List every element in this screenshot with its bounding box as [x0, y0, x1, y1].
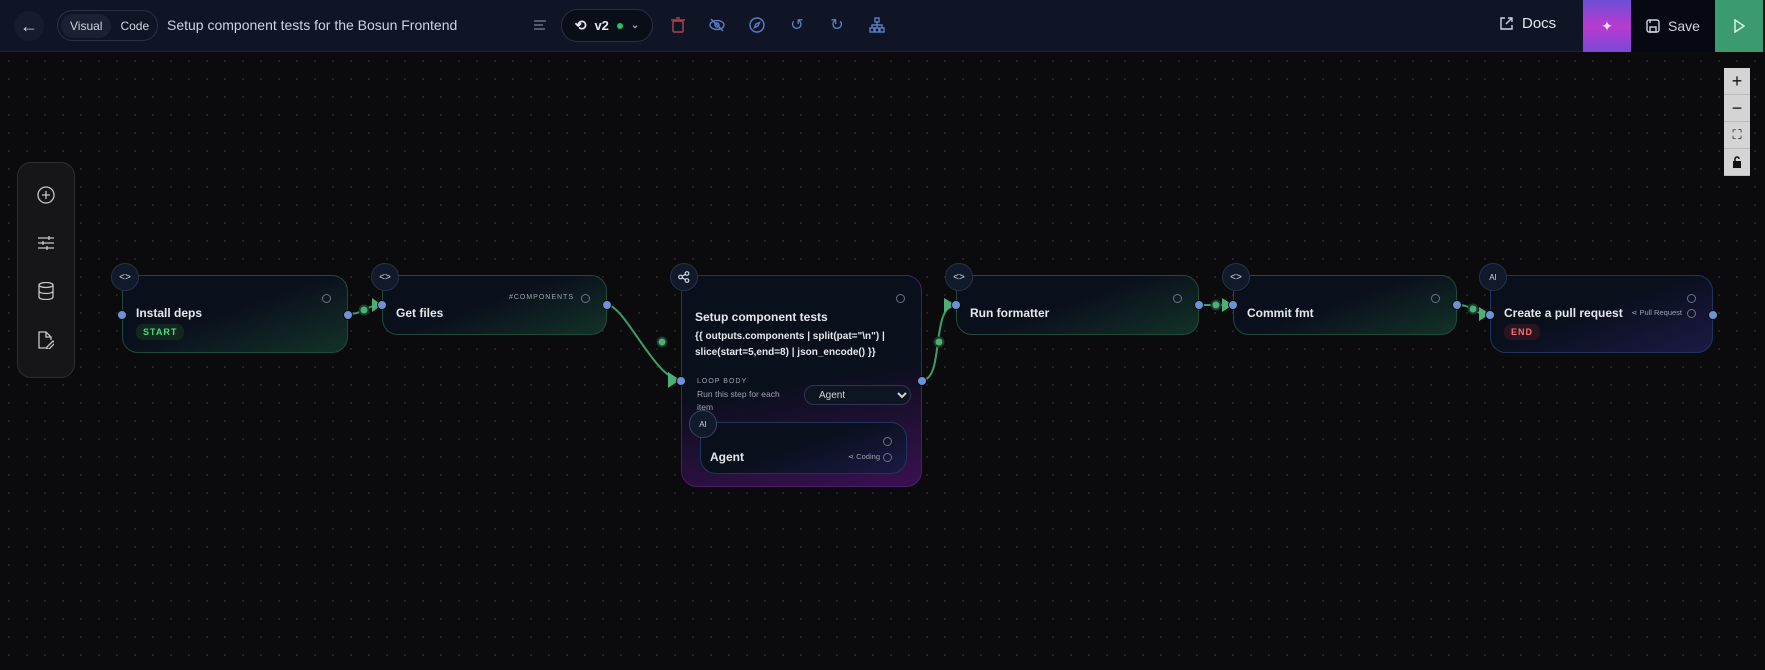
info-icon[interactable] — [883, 437, 892, 446]
input-handle[interactable] — [951, 300, 961, 310]
agent-type-label: Coding — [856, 452, 880, 461]
code-icon: <> — [1222, 263, 1250, 291]
node-get-files[interactable]: <> #COMPONENTS Get files — [371, 263, 612, 335]
node-label: Run formatter — [970, 306, 1050, 320]
loop-body-description: Run this step for each item — [697, 389, 780, 412]
loop-body-select[interactable]: Agent — [804, 385, 911, 405]
agent-type-label: Pull Request — [1639, 308, 1682, 317]
node-loop-setup-component-tests[interactable]: Setup component tests {{ outputs.compone… — [670, 263, 927, 487]
node-label: Create a pull request — [1504, 306, 1623, 320]
info-icon[interactable] — [883, 453, 892, 462]
info-icon[interactable] — [1687, 309, 1696, 318]
node-install-deps[interactable]: <> Install deps START — [111, 263, 353, 353]
ai-chip-icon: AI — [689, 410, 717, 438]
output-handle[interactable] — [343, 310, 353, 320]
output-handle[interactable] — [602, 300, 612, 310]
node-label: Get files — [396, 306, 444, 320]
ai-chip-icon: AI — [1479, 263, 1507, 291]
code-icon: <> — [371, 263, 399, 291]
node-agent[interactable]: AI Agent ⋖ Coding — [689, 410, 907, 474]
end-badge: END — [1504, 324, 1541, 340]
input-handle[interactable] — [676, 376, 686, 386]
input-handle[interactable] — [1228, 300, 1238, 310]
agent-type-tag: ⋖ Pull Request — [1631, 308, 1682, 317]
node-create-pull-request[interactable]: AI Create a pull request ⋖ Pull Request … — [1479, 263, 1718, 353]
node-label: Install deps — [136, 306, 203, 320]
input-handle[interactable] — [377, 300, 387, 310]
loop-body-heading: LOOP BODY — [697, 378, 748, 385]
start-badge: START — [136, 324, 185, 340]
node-commit-fmt[interactable]: <> Commit fmt — [1222, 263, 1462, 335]
info-icon[interactable] — [581, 294, 590, 303]
info-icon[interactable] — [1431, 294, 1440, 303]
output-handle[interactable] — [1194, 300, 1204, 310]
input-handle[interactable] — [1485, 310, 1495, 320]
info-icon[interactable] — [1173, 294, 1182, 303]
code-icon: <> — [945, 263, 973, 291]
input-handle[interactable] — [117, 310, 127, 320]
node-label: Agent — [710, 450, 744, 464]
edge-midpoint — [933, 336, 945, 348]
info-icon[interactable] — [322, 294, 331, 303]
output-handle[interactable] — [1452, 300, 1462, 310]
output-handle[interactable] — [917, 376, 927, 386]
edge-midpoint — [358, 304, 370, 316]
node-run-formatter[interactable]: <> Run formatter — [945, 263, 1204, 335]
agent-type-tag: ⋖ Coding — [847, 452, 880, 461]
edge-getfiles-loop — [606, 304, 682, 381]
output-handle[interactable] — [1708, 310, 1718, 320]
node-label: Setup component tests — [695, 310, 828, 324]
loop-expression: {{ outputs.components | split(pat="\n") … — [695, 331, 885, 358]
edge-midpoint — [1210, 299, 1222, 311]
code-icon: <> — [111, 263, 139, 291]
output-tag: #COMPONENTS — [508, 294, 574, 301]
node-label: Commit fmt — [1247, 306, 1314, 320]
share-icon — [670, 263, 698, 291]
edge-midpoint — [656, 336, 668, 348]
info-icon[interactable] — [896, 294, 905, 303]
info-icon[interactable] — [1687, 294, 1696, 303]
edge-midpoint — [1467, 303, 1479, 315]
